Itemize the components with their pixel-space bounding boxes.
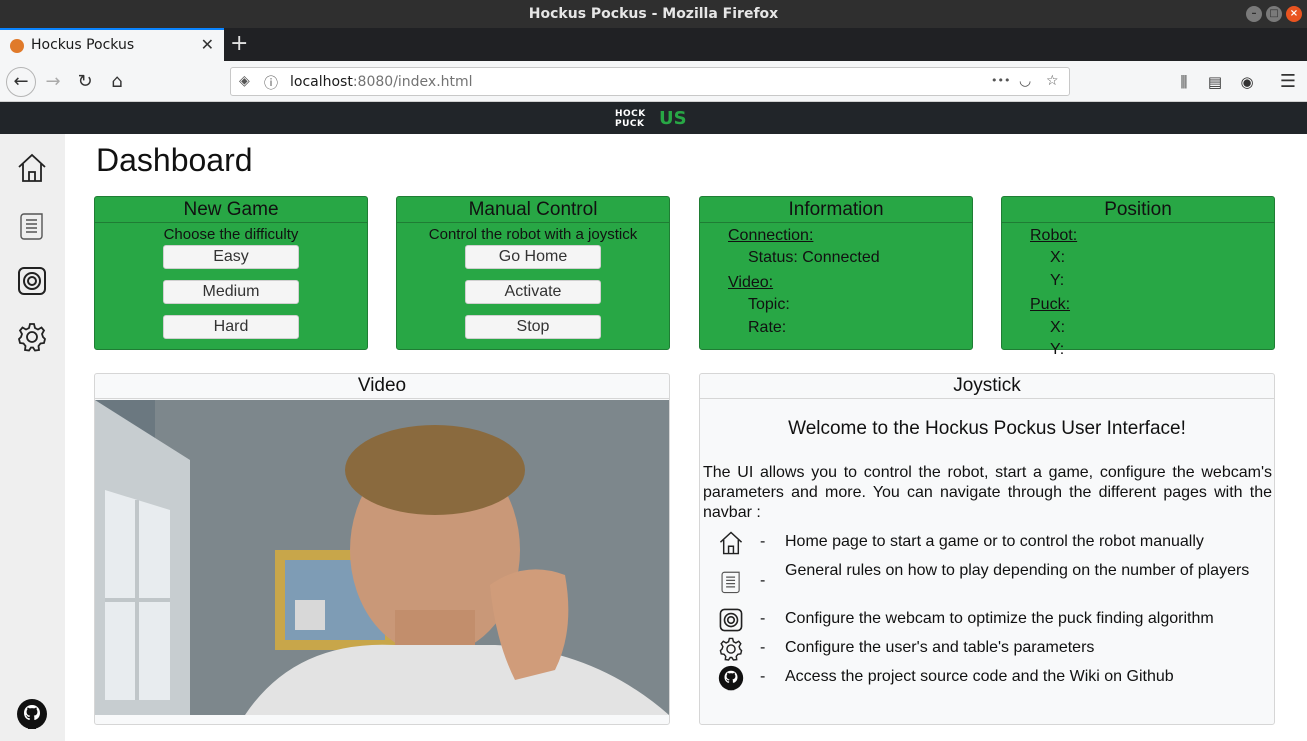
legend-dash: -	[760, 533, 766, 550]
easy-button[interactable]: Easy	[163, 245, 299, 269]
favicon-icon	[10, 39, 24, 53]
rules-icon[interactable]	[16, 210, 48, 242]
window-titlebar: Hockus Pockus - Mozilla Firefox – □ ×	[0, 0, 1307, 28]
legend-dash: -	[760, 639, 766, 656]
github-icon[interactable]	[718, 665, 744, 691]
legend-text: Access the project source code and the W…	[785, 668, 1174, 685]
menu-icon[interactable]: ☰	[1275, 69, 1301, 95]
site-info-icon[interactable]: ⓘ	[264, 73, 278, 93]
page-title: Dashboard	[96, 142, 253, 178]
video-rate: Rate:	[748, 319, 787, 336]
manual-control-subtitle: Control the robot with a joystick	[428, 226, 638, 243]
browser-toolbar: ← → ↻ ⌂ ◈ ⓘ localhost:8080/index.html ••…	[0, 61, 1307, 102]
forward-icon[interactable]: →	[40, 69, 66, 95]
legend-text: Configure the webcam to optimize the puc…	[785, 610, 1214, 627]
stop-button[interactable]: Stop	[465, 315, 601, 339]
gear-icon	[718, 636, 744, 662]
tab-bar: Hockus Pockus ✕ +	[0, 28, 1307, 61]
connection-status: Status: Connected	[748, 249, 880, 266]
legend-text: Configure the user's and table's paramet…	[785, 639, 1095, 656]
legend-dash: -	[760, 668, 766, 685]
legend-dash: -	[760, 572, 766, 589]
url-host: localhost	[290, 74, 353, 90]
url-path: :8080/index.html	[352, 74, 473, 90]
go-home-button[interactable]: Go Home	[465, 245, 601, 269]
new-tab-icon[interactable]: +	[230, 31, 248, 56]
github-icon[interactable]	[16, 698, 48, 730]
bookmark-star-icon[interactable]: ☆	[1046, 73, 1059, 89]
legend-text: Home page to start a game or to control …	[785, 533, 1204, 550]
welcome-heading: Welcome to the Hockus Pockus User Interf…	[788, 418, 1186, 439]
gear-icon[interactable]	[16, 321, 48, 353]
information-card: Information Connection: Status: Connecte…	[699, 196, 973, 350]
legend-dash: -	[760, 610, 766, 627]
app-header: HOCK PUCK US	[0, 102, 1307, 134]
shield-icon[interactable]: ◈	[239, 73, 250, 89]
robot-label: Robot:	[1030, 227, 1078, 244]
back-icon[interactable]: ←	[6, 67, 36, 97]
puck-y: Y:	[1050, 341, 1065, 358]
account-icon[interactable]: ◉	[1234, 69, 1260, 95]
puck-x: X:	[1050, 319, 1066, 336]
minimize-icon[interactable]: –	[1246, 6, 1262, 22]
hard-button[interactable]: Hard	[163, 315, 299, 339]
home-icon[interactable]	[16, 152, 48, 184]
hockus-pockus-logo: HOCK PUCK US	[615, 108, 693, 130]
home-icon	[718, 530, 744, 556]
connection-label: Connection:	[728, 227, 814, 244]
webcam-feed	[95, 400, 669, 715]
logo-text: HOCK PUCK	[615, 109, 646, 129]
pocket-icon[interactable]: ◡	[1019, 73, 1031, 89]
video-panel: Video	[94, 373, 670, 725]
joystick-panel: Joystick Welcome to the Hockus Pockus Us…	[699, 373, 1275, 725]
manual-control-title: Manual Control	[397, 197, 669, 223]
library-icon[interactable]: ⫼	[1171, 69, 1197, 95]
logo-us: US	[659, 108, 687, 129]
video-panel-title: Video	[95, 374, 669, 399]
robot-x: X:	[1050, 249, 1066, 266]
joystick-panel-title: Joystick	[700, 374, 1274, 399]
browser-tab[interactable]: Hockus Pockus ✕	[0, 28, 224, 61]
close-window-icon[interactable]: ×	[1286, 6, 1302, 22]
sidebar-nav	[0, 134, 65, 741]
reload-icon[interactable]: ↻	[72, 69, 98, 95]
new-game-card: New Game Choose the difficulty Easy Medi…	[94, 196, 368, 350]
address-bar[interactable]: ◈ ⓘ localhost:8080/index.html ••• ◡ ☆	[230, 67, 1070, 96]
video-topic: Topic:	[748, 296, 790, 313]
tab-close-icon[interactable]: ✕	[201, 35, 214, 54]
robot-y: Y:	[1050, 272, 1065, 289]
browser-home-icon[interactable]: ⌂	[104, 69, 130, 95]
new-game-subtitle: Choose the difficulty	[163, 226, 299, 243]
manual-control-card: Manual Control Control the robot with a …	[396, 196, 670, 350]
information-title: Information	[700, 197, 972, 223]
url-text[interactable]: localhost:8080/index.html	[290, 74, 473, 90]
maximize-icon[interactable]: □	[1266, 6, 1282, 22]
window-title: Hockus Pockus - Mozilla Firefox	[528, 6, 779, 22]
legend-text: General rules on how to play depending o…	[785, 562, 1250, 579]
rules-icon	[718, 569, 744, 595]
activate-button[interactable]: Activate	[465, 280, 601, 304]
sidebar-toggle-icon[interactable]: ▤	[1202, 69, 1228, 95]
new-game-title: New Game	[95, 197, 367, 223]
puck-label: Puck:	[1030, 296, 1071, 313]
tab-title: Hockus Pockus	[31, 37, 135, 53]
intro-text: The UI allows you to control the robot, …	[703, 464, 1272, 521]
medium-button[interactable]: Medium	[163, 280, 299, 304]
webcam-icon	[718, 607, 744, 633]
webcam-icon[interactable]	[16, 265, 48, 297]
video-label: Video:	[728, 274, 774, 291]
position-card: Position Robot: X: Y: Puck: X: Y:	[1001, 196, 1275, 358]
page-actions-icon[interactable]: •••	[991, 74, 1010, 87]
position-title: Position	[1002, 197, 1274, 223]
